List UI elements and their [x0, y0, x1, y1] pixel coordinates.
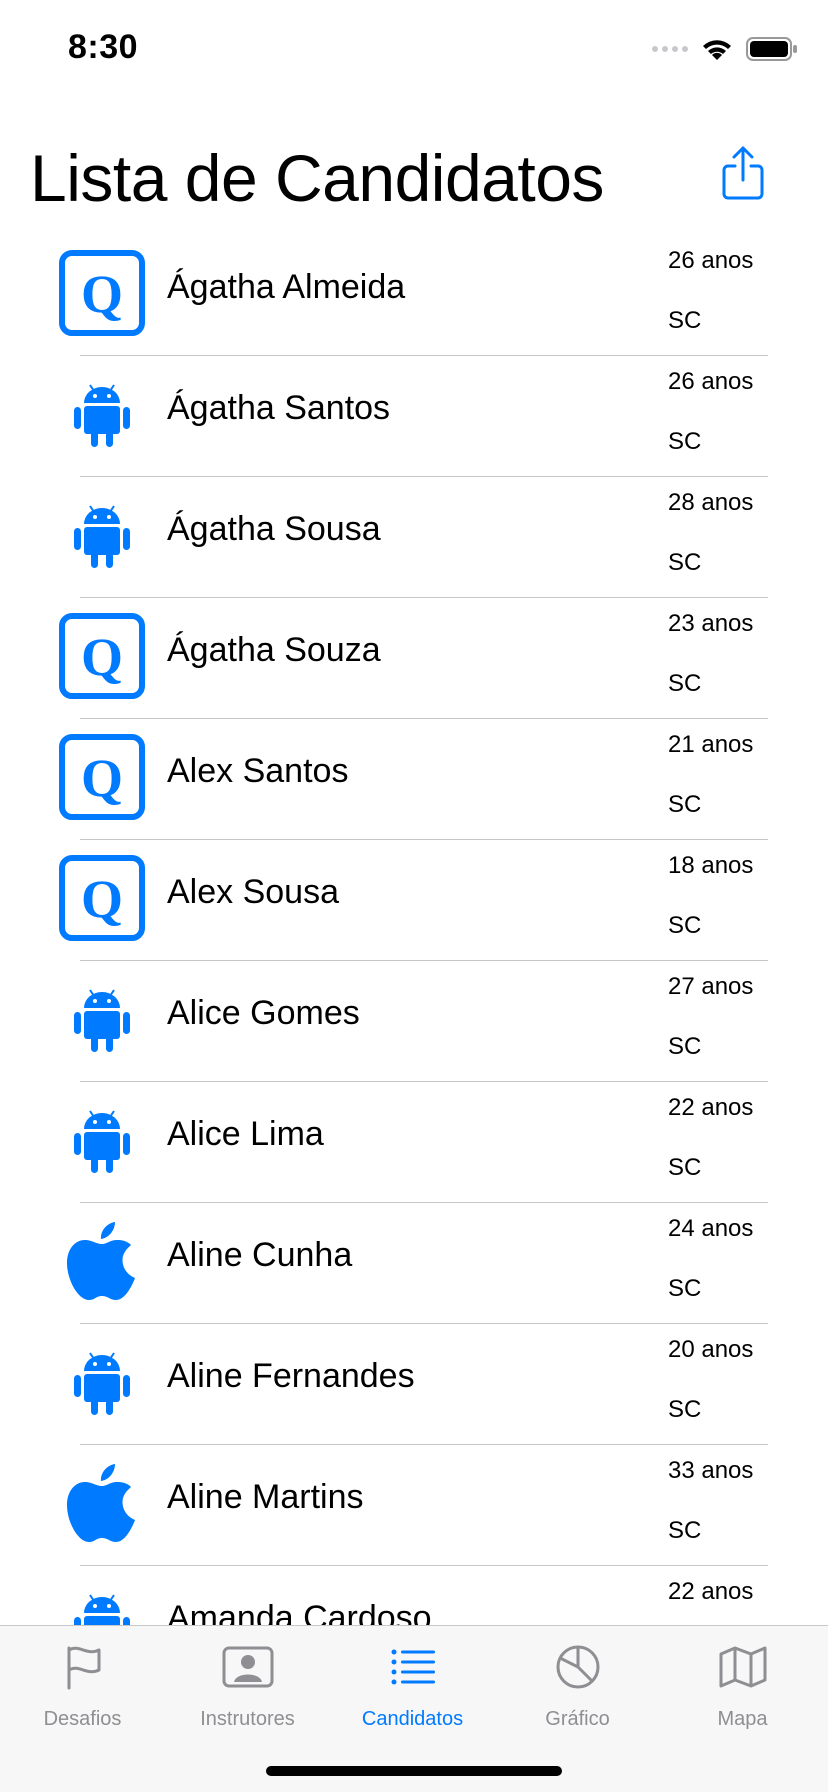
candidate-name: Ágatha Sousa — [167, 510, 381, 548]
candidate-name: Ágatha Almeida — [167, 268, 406, 306]
android-icon — [56, 1336, 148, 1428]
candidate-age: 26 anos — [668, 247, 754, 274]
candidate-name: Alice Gomes — [167, 994, 360, 1032]
candidate-age: 18 anos — [668, 852, 754, 879]
candidate-name: Aline Martins — [167, 1478, 364, 1516]
tab-desafios[interactable]: Desafios — [0, 1626, 165, 1736]
status-time: 8:30 — [68, 28, 139, 66]
candidate-row[interactable]: Ágatha Santos 26 anos SC — [0, 356, 828, 477]
candidate-age: 24 anos — [668, 1215, 754, 1242]
candidate-row[interactable]: Aline Martins 33 anos SC — [0, 1445, 828, 1566]
candidate-state: SC — [668, 307, 702, 334]
map-icon — [719, 1646, 766, 1688]
candidate-age: 26 anos — [668, 368, 754, 395]
candidate-row[interactable]: Amanda Cardoso22 anosSC — [0, 1566, 828, 1625]
cellular-signal-icon — [652, 46, 688, 52]
home-indicator — [266, 1766, 562, 1776]
wifi-icon — [700, 36, 734, 62]
candidate-name: Aline Cunha — [167, 1236, 353, 1274]
candidate-row[interactable]: Aline Cunha 24 anos SC — [0, 1203, 828, 1324]
status-bar: 8:30 — [0, 0, 828, 100]
candidate-name: Alice Lima — [167, 1115, 324, 1153]
q-icon: Q — [56, 852, 148, 944]
candidate-state: SC — [668, 670, 702, 697]
candidate-row[interactable]: Aline Fernandes 20 anos SC — [0, 1324, 828, 1445]
tab-candidatos[interactable]: Candidatos — [330, 1626, 495, 1736]
apple-icon — [56, 1457, 148, 1549]
tab-instrutores[interactable]: Instrutores — [165, 1626, 330, 1736]
candidate-state: SC — [668, 1396, 702, 1423]
candidate-age: 33 anos — [668, 1457, 754, 1484]
svg-text:Q: Q — [81, 869, 123, 929]
candidate-state: SC — [668, 1033, 702, 1060]
android-icon — [56, 1578, 148, 1625]
candidate-age: 23 anos — [668, 610, 754, 637]
apple-icon — [56, 1215, 148, 1307]
candidate-row[interactable]: Ágatha Sousa 28 anos SC — [0, 477, 828, 598]
q-icon: Q — [56, 247, 148, 339]
candidate-row[interactable]: Q Ágatha Souza 23 anos SC — [0, 598, 828, 719]
candidate-state: SC — [668, 912, 702, 939]
tab-label: Instrutores — [200, 1708, 295, 1730]
q-icon: Q — [56, 731, 148, 823]
android-icon — [56, 973, 148, 1065]
android-icon — [56, 489, 148, 581]
person-icon — [222, 1646, 273, 1688]
candidate-name: Ágatha Souza — [167, 631, 381, 669]
candidate-state: SC — [668, 1517, 702, 1544]
candidate-state: SC — [668, 549, 702, 576]
candidate-row[interactable]: Alice Gomes 27 anos SC — [0, 961, 828, 1082]
tab-grafico[interactable]: Gráfico — [495, 1626, 660, 1736]
tab-bar: Desafios Instrutores Candidatos Gráfico — [0, 1625, 828, 1792]
flag-icon — [67, 1646, 100, 1690]
candidate-state: SC — [668, 1154, 702, 1181]
svg-text:Q: Q — [81, 627, 123, 687]
candidate-age: 22 anos — [668, 1578, 754, 1605]
candidate-age: 20 anos — [668, 1336, 754, 1363]
page-title: Lista de Candidatos — [30, 141, 604, 215]
list-icon — [391, 1649, 435, 1685]
candidate-row[interactable]: Q Alex Santos 21 anos SC — [0, 719, 828, 840]
candidate-name: Aline Fernandes — [167, 1357, 415, 1395]
tab-label: Desafios — [43, 1708, 122, 1730]
candidate-age: 28 anos — [668, 489, 754, 516]
candidate-state: SC — [668, 428, 702, 455]
candidate-name: Alex Sousa — [167, 873, 339, 911]
candidate-name: Ágatha Santos — [167, 389, 391, 427]
candidate-name: Amanda Cardoso — [167, 1599, 432, 1625]
share-button[interactable] — [718, 144, 768, 202]
svg-text:Q: Q — [81, 264, 123, 324]
candidate-age: 21 anos — [668, 731, 754, 758]
navigation-header: Lista de Candidatos — [0, 130, 828, 230]
tab-label: Mapa — [717, 1708, 768, 1730]
candidate-row[interactable]: Q Ágatha Almeida 26 anos SC — [0, 235, 828, 356]
pie-chart-icon — [556, 1645, 599, 1689]
tab-label: Gráfico — [545, 1708, 610, 1730]
candidate-row[interactable]: Q Alex Sousa 18 anos SC — [0, 840, 828, 961]
android-icon — [56, 1094, 148, 1186]
status-icons — [652, 36, 798, 62]
share-icon — [722, 146, 764, 200]
tab-label: Candidatos — [361, 1708, 464, 1730]
candidate-state: SC — [668, 1275, 702, 1302]
q-icon: Q — [56, 610, 148, 702]
candidate-age: 27 anos — [668, 973, 754, 1000]
candidate-state: SC — [668, 791, 702, 818]
android-icon — [56, 368, 148, 460]
battery-icon — [746, 36, 798, 62]
candidate-row[interactable]: Alice Lima 22 anos SC — [0, 1082, 828, 1203]
svg-text:Q: Q — [81, 748, 123, 808]
tab-mapa[interactable]: Mapa — [660, 1626, 825, 1736]
candidate-name: Alex Santos — [167, 752, 349, 790]
candidate-age: 22 anos — [668, 1094, 754, 1121]
candidate-list[interactable]: Q Ágatha Almeida 26 anos SC Ágatha Santos 26 … — [0, 235, 828, 1625]
